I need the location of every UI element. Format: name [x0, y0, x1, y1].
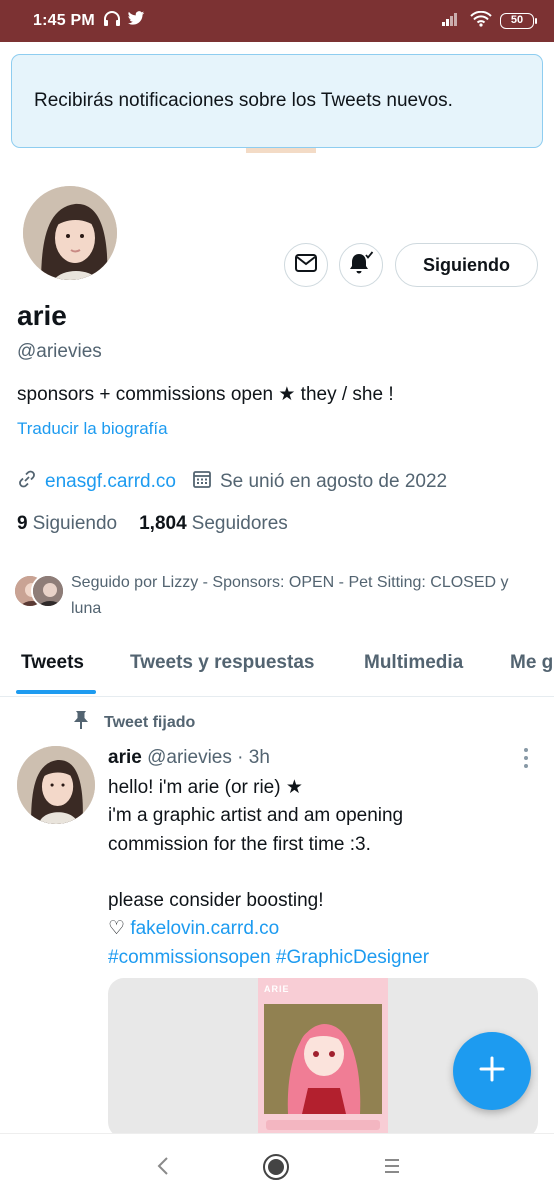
avatar — [31, 574, 65, 608]
headphones-icon — [103, 10, 121, 32]
message-button[interactable] — [284, 243, 328, 287]
tweet-link[interactable]: fakelovin.carrd.co — [130, 918, 279, 939]
following-count: 9 — [17, 513, 28, 534]
status-time: 1:45 PM — [33, 12, 95, 29]
tab-media[interactable]: Multimedia — [364, 652, 463, 674]
profile-name: arie — [17, 300, 67, 331]
heart-glyph: ♡ — [108, 918, 126, 940]
active-tab-indicator — [16, 690, 96, 694]
profile-screen: 1:45 PM 50 Recibirás notificaciones sobr… — [0, 0, 554, 1200]
envelope-icon — [295, 253, 317, 277]
twitter-bird-icon — [127, 11, 145, 31]
follow-counts: 9 Siguiendo 1,804 Seguidores — [17, 513, 288, 535]
signal-icon — [442, 12, 462, 31]
followers-label: Seguidores — [191, 513, 288, 534]
link-icon — [17, 469, 37, 495]
profile-tabs: Tweets Tweets y respuestas Multimedia Me… — [0, 640, 554, 697]
system-navigation-bar — [0, 1133, 554, 1200]
following-count-link[interactable]: 9 Siguiendo — [17, 513, 117, 535]
tweet-line: i'm a graphic artist and am opening — [108, 805, 404, 827]
recents-icon[interactable] — [385, 1159, 399, 1173]
followers-count: 1,804 — [139, 513, 187, 534]
following-button[interactable]: Siguiendo — [395, 243, 538, 287]
tweet-author-avatar[interactable] — [17, 746, 95, 824]
tweet-hashtags[interactable]: #commissionsopen #GraphicDesigner — [108, 944, 538, 972]
followed-by-row[interactable]: Seguido por Lizzy - Sponsors: OPEN - Pet… — [13, 570, 543, 622]
status-bar: 1:45 PM 50 — [0, 0, 554, 42]
profile-website-link[interactable]: enasgf.carrd.co — [45, 471, 176, 493]
profile-meta: enasgf.carrd.co Se unió en agosto de 202… — [17, 469, 447, 495]
followed-by-text: Seguido por Lizzy - Sponsors: OPEN - Pet… — [71, 574, 509, 617]
back-icon[interactable] — [156, 1156, 170, 1181]
profile-avatar[interactable] — [20, 183, 120, 283]
pinned-indicator: Tweet fijado — [72, 710, 195, 735]
profile-bio: sponsors + commissions open ★ they / she… — [17, 384, 394, 405]
tweet-author-name[interactable]: arie — [108, 747, 142, 768]
tweet-link-line: ♡ fakelovin.carrd.co — [108, 915, 538, 943]
tweet-line: commission for the first time :3. — [108, 833, 371, 855]
followers-count-link[interactable]: 1,804 Seguidores — [139, 513, 288, 535]
notification-toast: Recibirás notificaciones sobre los Tweet… — [11, 54, 543, 148]
wifi-icon — [470, 10, 492, 32]
tab-tweets[interactable]: Tweets — [21, 652, 84, 674]
joined-date: Se unió en agosto de 2022 — [219, 471, 448, 492]
calendar-icon — [192, 469, 212, 495]
media-image: ARIE — [258, 978, 388, 1138]
tweet-line: hello! i'm arie (or rie) ★ — [108, 777, 303, 798]
following-label: Siguiendo — [32, 513, 118, 534]
tweet-header: arie @arievies · 3h — [108, 747, 270, 769]
toast-message: Recibirás notificaciones sobre los Tweet… — [34, 90, 453, 111]
tweet-more-icon[interactable] — [520, 748, 532, 768]
bell-check-icon — [348, 250, 374, 280]
tweet-author-handle: @arievies — [147, 747, 232, 768]
translate-bio-link[interactable]: Traducir la biografía — [17, 419, 168, 439]
tweet-time: · 3h — [237, 747, 270, 768]
tab-likes[interactable]: Me g — [510, 652, 553, 674]
notifications-button[interactable] — [339, 243, 383, 287]
compose-tweet-button[interactable] — [453, 1032, 531, 1110]
battery-indicator: 50 — [500, 13, 537, 29]
pin-icon — [72, 710, 90, 735]
tweet-line: please consider boosting! — [108, 890, 324, 912]
pinned-label: Tweet fijado — [104, 713, 196, 731]
followed-by-avatars — [13, 574, 67, 610]
plus-icon — [478, 1055, 506, 1088]
tweet-text: hello! i'm arie (or rie) ★ i'm a graphic… — [108, 774, 538, 972]
header-banner — [246, 148, 316, 153]
home-icon[interactable] — [263, 1154, 289, 1180]
tab-tweets-replies[interactable]: Tweets y respuestas — [130, 652, 314, 674]
profile-handle: @arievies — [17, 341, 102, 362]
